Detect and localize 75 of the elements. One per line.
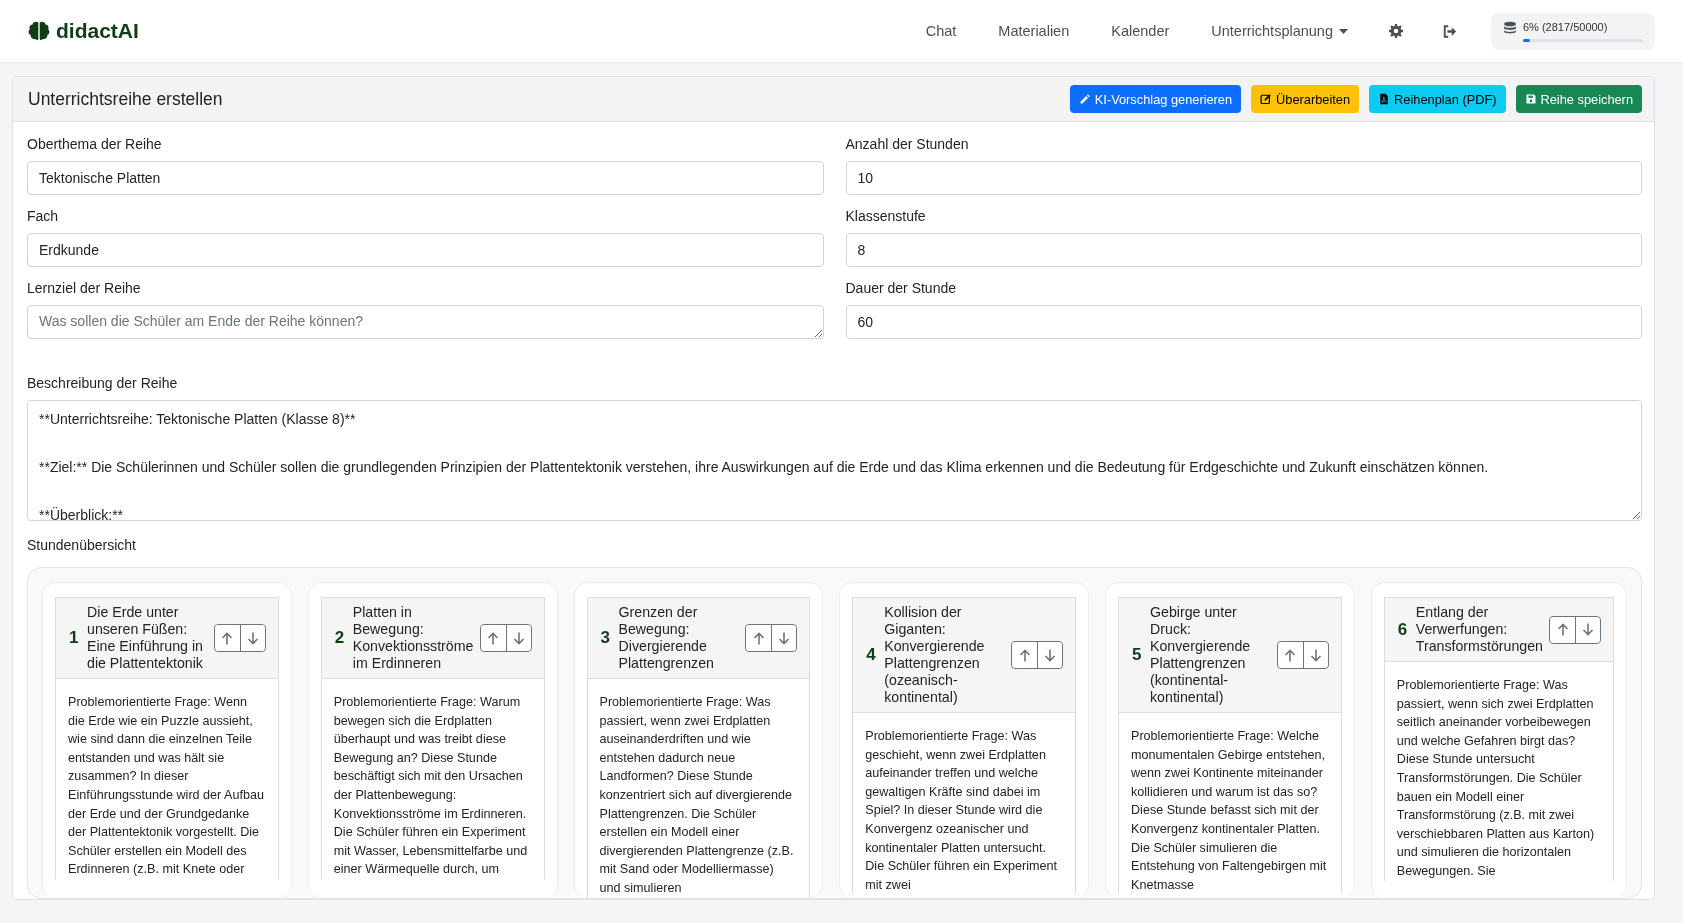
arrow-up-icon bbox=[1018, 648, 1031, 662]
lesson-title: Platten in Bewegung: Konvektionsströme im Erdinneren bbox=[352, 604, 474, 672]
move-down-button[interactable] bbox=[771, 625, 797, 651]
toolbar-button[interactable]: Reihenplan (PDF) bbox=[1369, 85, 1506, 113]
nav-dropdown[interactable]: Unterrichtsplanung bbox=[1190, 15, 1369, 47]
nav-link[interactable]: Chat bbox=[904, 15, 978, 47]
arrow-down-icon bbox=[778, 631, 791, 645]
input-field[interactable]: 10 bbox=[845, 161, 1642, 195]
arrow-down-icon bbox=[246, 631, 259, 645]
arrow-up-icon bbox=[487, 631, 499, 645]
text-area[interactable]: Was sollen die Schüler am Ende der Reihe können? bbox=[27, 305, 824, 339]
brand-name: didactAI bbox=[56, 19, 139, 43]
arrow-down-icon bbox=[1044, 648, 1056, 662]
toolbar-button[interactable]: KI-Vorschlag generieren bbox=[1069, 85, 1242, 113]
arrow-up-icon bbox=[1284, 648, 1297, 662]
lesson-description: Problemorientierte Frage: Warum bewegen sich die Erdplatten überhaupt und was treibt diese Bewegung an? Diese Stunde beschäftigt sich mit den Ursachen der Plattenbewegung: Konvektionsströme im Erdinneren. Die Schüler führen ein Experiment mit Wasser, Lebensmittelfarbe und einer Wärmequelle durch, um bbox=[332, 694, 529, 879]
field-label: Dauer der Stunde bbox=[845, 280, 958, 296]
lesson-title: Kollision der Giganten: Konvergierende Plattengrenzen (ozeanisch-kontinental) bbox=[884, 604, 986, 706]
lesson-description: Problemorientierte Frage: Wenn die Erde wie ein Puzzle aussieht, wie sind dann die einzelnen Teile entstanden und was hält sie zusammen? In dieser Einführungsstunde wird der Aufbau der Erde und der Grundgedanke der Plattentektonik vorgestellt. Die Schüler erstellen ein Modell des Erdinneren (z.B. mit Knete oder bbox=[67, 694, 266, 879]
lesson-title: Entlang der Verwerfungen: Transformstörungen bbox=[1415, 604, 1543, 655]
move-down-button[interactable] bbox=[239, 625, 265, 651]
field-label: Lernziel der Reihe bbox=[27, 280, 142, 296]
move-down-button[interactable] bbox=[1575, 616, 1600, 643]
lesson-description: Problemorientierte Frage: Was passiert, wenn zwei Erdplatten auseinanderdriften und wie entstehen dadurch neue Landformen? Diese Stunde konzentriert sich auf divergierende Plattengrenzen. Die Schüler erstellen ein Modell einer divergierenden Plattengrenze (z.B. mit Sand oder Modelliermasse) und simulieren bbox=[598, 694, 795, 897]
move-up-button[interactable] bbox=[1277, 642, 1303, 668]
lesson-number: 1 bbox=[69, 628, 80, 648]
arrow-up-icon bbox=[221, 631, 234, 645]
toolbar-button[interactable]: Reihe speichern bbox=[1515, 85, 1642, 113]
arrow-up-icon bbox=[1556, 623, 1569, 636]
field-label: Beschreibung der Reihe bbox=[27, 375, 179, 391]
panel-title: Unterrichtsreihe erstellen bbox=[28, 88, 223, 110]
arrow-down-icon bbox=[1582, 623, 1594, 636]
section-label: Stundenübersicht bbox=[27, 537, 137, 553]
edit-icon bbox=[1260, 93, 1273, 105]
lesson-number: 3 bbox=[600, 628, 611, 648]
lesson-title: Die Erde unter unseren Füßen: Eine Einführung in die Plattentektonik bbox=[87, 604, 204, 672]
move-up-button[interactable] bbox=[214, 625, 240, 651]
brain-icon bbox=[28, 21, 50, 41]
lesson-description: Problemorientierte Frage: Welche monumentalen Gebirge entstehen, wenn zwei Kontinente miteinander kollidieren und warum ist das so? Diese Stunde befasst sich mit der Konvergenz kontinentaler Platten. Die Schüler simulieren die Entstehung von Faltengebirgen mit Knetmasse bbox=[1130, 728, 1328, 894]
lesson-description: Problemorientierte Frage: Was geschieht, wenn zwei Erdplatten aufeinander treffen und welche gewaltigen Kräfte sind dabei im Spiel? In dieser Stunde wird die Konvergenz ozeanischer und kontinentaler Platten untersucht. Die Schüler führen ein Experiment mit zwei bbox=[864, 728, 1059, 894]
arrow-down-icon bbox=[1309, 648, 1322, 662]
input-field[interactable]: Erdkunde bbox=[27, 233, 824, 267]
move-up-button[interactable] bbox=[1012, 642, 1037, 668]
move-up-button[interactable] bbox=[1550, 616, 1575, 643]
field-label: Anzahl der Stunden bbox=[845, 136, 970, 152]
lesson-number: 2 bbox=[334, 628, 346, 648]
input-field[interactable]: 8 bbox=[845, 233, 1642, 267]
field-label: Oberthema der Reihe bbox=[27, 136, 163, 152]
lesson-number: 4 bbox=[866, 645, 877, 665]
move-down-button[interactable] bbox=[1302, 642, 1328, 668]
description-text-area[interactable]: **Unterrichtsreihe: Tektonische Platten (Klasse 8)** **Ziel:** Die Schülerinnen und Schüler sollen die grundlegenden Prinzipien der Plattentektonik verstehen, ihre Auswirkungen auf die Erde und das Klima erkennen und die Bedeutung für Erdgeschichte und Zukunft einschätzen können. **Überblick:** bbox=[27, 400, 1642, 521]
pencil-icon bbox=[1078, 93, 1091, 105]
lesson-description: Problemorientierte Frage: Was passiert, wenn sich zwei Erdplatten seitlich aneinander vorbeibewegen und welche Gefahren birgt das? Diese Stunde untersucht Transformstörungen. Die Schüler bauen ein Modell einer Transformstörung (z.B. mit zwei verschiebbaren Platten aus Karton) und simulieren die horizontalen Bewegungen. Sie bbox=[1395, 677, 1596, 880]
toolbar-button[interactable]: Überarbeiten bbox=[1251, 85, 1360, 113]
lesson-number: 5 bbox=[1132, 645, 1143, 665]
move-up-button[interactable] bbox=[746, 625, 772, 651]
move-up-button[interactable] bbox=[480, 625, 506, 651]
pdf-icon bbox=[1378, 93, 1391, 105]
lesson-title: Gebirge unter Druck: Konvergierende Plattengrenzen (kontinental-kontinental) bbox=[1150, 604, 1252, 706]
caret-icon bbox=[1339, 28, 1348, 34]
field-label: Fach bbox=[27, 208, 60, 224]
field-label: Klassenstufe bbox=[845, 208, 927, 224]
move-down-button[interactable] bbox=[505, 625, 531, 651]
lesson-number: 6 bbox=[1397, 619, 1409, 640]
token-reading: 6% (2817/50000) bbox=[1523, 20, 1609, 33]
save-icon bbox=[1524, 93, 1537, 105]
arrow-down-icon bbox=[512, 631, 525, 645]
input-field[interactable]: Tektonische Platten bbox=[27, 161, 824, 195]
input-field[interactable]: 60 bbox=[845, 305, 1642, 339]
coins-icon bbox=[1503, 20, 1517, 34]
arrow-up-icon bbox=[752, 631, 765, 645]
lesson-title: Grenzen der Bewegung: Divergierende Plattengrenzen bbox=[618, 604, 715, 672]
nav-link[interactable]: Kalender bbox=[1090, 15, 1191, 47]
nav-link[interactable]: Materialien bbox=[977, 15, 1091, 47]
move-down-button[interactable] bbox=[1037, 642, 1062, 668]
